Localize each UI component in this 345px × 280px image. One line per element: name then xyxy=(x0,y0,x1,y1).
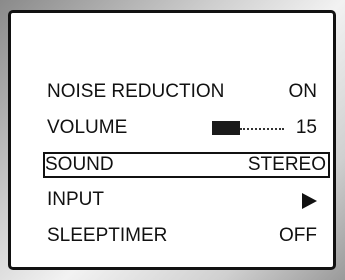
noise-reduction-label: NOISE REDUCTION xyxy=(47,81,225,102)
play-arrow-icon[interactable] xyxy=(302,193,317,209)
sleeptimer-label: SLEEPTIMER xyxy=(47,225,168,246)
volume-level-bar[interactable] xyxy=(212,121,240,135)
volume-label: VOLUME xyxy=(47,117,128,138)
menu-item-noise-reduction[interactable]: NOISE REDUCTION ON xyxy=(47,81,317,103)
sleeptimer-value: OFF xyxy=(279,225,317,246)
menu-item-volume[interactable]: VOLUME 15 xyxy=(47,117,317,139)
sound-value: STEREO xyxy=(247,154,326,175)
volume-remaining-track xyxy=(240,128,284,130)
noise-reduction-value: ON xyxy=(288,81,318,102)
volume-value: 15 xyxy=(295,117,317,138)
menu-item-sleeptimer[interactable]: SLEEPTIMER OFF xyxy=(47,225,317,247)
sound-label: SOUND xyxy=(45,154,114,175)
osd-menu-screen: NOISE REDUCTION ON VOLUME 15 SOUND STERE… xyxy=(8,10,336,270)
menu-item-sound[interactable]: SOUND STEREO xyxy=(43,152,330,178)
menu-item-input[interactable]: INPUT xyxy=(47,189,317,211)
input-label: INPUT xyxy=(47,189,104,210)
